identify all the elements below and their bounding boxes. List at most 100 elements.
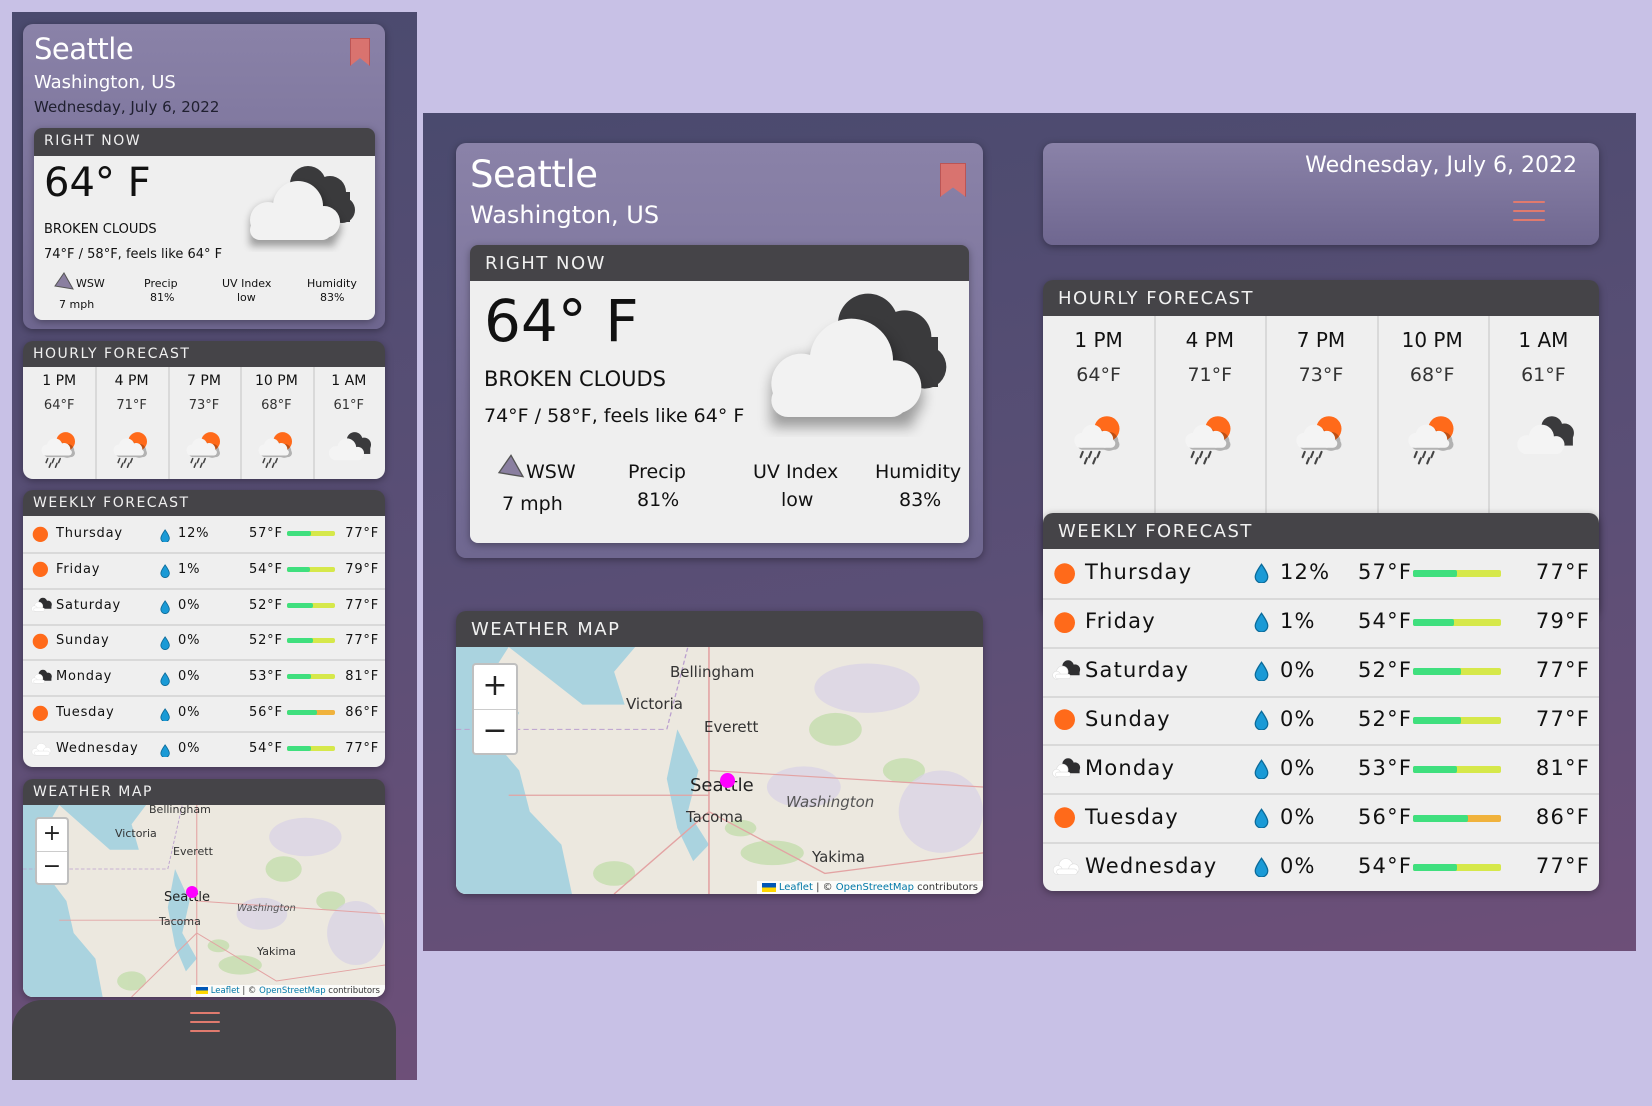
location-card-large: Seattle Washington, US RIGHT NOW 64° F B… bbox=[456, 143, 983, 558]
temp-range-fill bbox=[287, 530, 311, 536]
bookmark-icon-large[interactable] bbox=[940, 163, 966, 197]
current-temp: 64° F bbox=[44, 160, 151, 206]
map-place-label: Bellingham bbox=[149, 805, 211, 816]
bookmark-icon[interactable] bbox=[350, 38, 370, 66]
map-view[interactable]: Bellingham Victoria Everett Seattle Washingt… bbox=[23, 805, 385, 997]
hourly-time: 1 PM bbox=[1074, 328, 1123, 352]
hourly-time: 10 PM bbox=[1401, 328, 1463, 352]
weekly-row: Sunday 0% 52°F 77°F bbox=[23, 624, 385, 662]
ukraine-flag-icon bbox=[761, 882, 776, 892]
ukraine-flag-icon bbox=[195, 986, 208, 995]
temp-range-fill bbox=[287, 710, 317, 716]
weekly-low: 56°F bbox=[1358, 804, 1413, 829]
zoom-out-button[interactable]: − bbox=[474, 710, 516, 752]
hourly-list: 1 PM 64°F 4 PM 71°F 7 PM 73°F 10 PM 68°F 1 A… bbox=[23, 367, 385, 479]
uv-value: low bbox=[237, 291, 256, 304]
current-range: 74°F / 58°F, feels like 64° F bbox=[44, 247, 223, 262]
hourly-time: 7 PM bbox=[187, 373, 221, 389]
weather-map-card-large: WEATHER MAP BellinghamVictoriaEverettSea… bbox=[456, 611, 983, 894]
weekly-low: 56°F bbox=[249, 705, 283, 721]
wind-dir-large: WSW bbox=[526, 461, 576, 483]
hourly-item: 1 PM 64°F bbox=[23, 367, 98, 479]
temp-range-bar bbox=[1413, 619, 1501, 627]
weekly-forecast-card: WEEKLY FORECAST Thursday 12% 57°F 77°F Frida… bbox=[23, 490, 385, 767]
date-label-large: Wednesday, July 6, 2022 bbox=[1305, 153, 1577, 178]
weekly-day: Tuesday bbox=[56, 705, 115, 721]
clouds-icon bbox=[31, 596, 53, 617]
location-marker[interactable] bbox=[720, 773, 735, 788]
weekly-precip: 0% bbox=[1280, 755, 1316, 780]
temp-range-fill bbox=[1413, 619, 1455, 627]
drop-icon bbox=[160, 563, 170, 582]
humidity-label: Humidity bbox=[307, 277, 357, 290]
sun-icon bbox=[1052, 610, 1077, 639]
weekly-high: 86°F bbox=[345, 705, 379, 721]
drop-icon bbox=[1254, 856, 1269, 881]
wind-direction-icon-large bbox=[497, 454, 525, 478]
weekly-row: Saturday 0% 52°F 77°F bbox=[23, 588, 385, 626]
rain-sun-icon bbox=[1401, 412, 1464, 469]
weekly-low: 57°F bbox=[249, 525, 283, 541]
osm-link[interactable]: OpenStreetMap bbox=[259, 986, 325, 996]
temp-range-fill bbox=[287, 674, 311, 680]
weekly-precip: 0% bbox=[178, 705, 201, 721]
weekly-day: Wednesday bbox=[1085, 853, 1218, 878]
clouds-icon bbox=[1052, 756, 1082, 783]
weekly-high: 77°F bbox=[345, 525, 379, 541]
drop-icon bbox=[1254, 710, 1269, 734]
hourly-time: 4 PM bbox=[1185, 328, 1234, 352]
desktop-view: Seattle Washington, US RIGHT NOW 64° F B… bbox=[423, 113, 1636, 951]
temp-range-bar bbox=[1413, 570, 1501, 578]
rain-sun-icon bbox=[1178, 412, 1241, 469]
clouds-icon bbox=[31, 668, 53, 689]
broken-clouds-icon bbox=[325, 429, 373, 467]
map-place-label: Tacoma bbox=[159, 915, 201, 928]
weekly-row: Monday 0% 53°F 81°F bbox=[23, 659, 385, 698]
cloud-icon bbox=[31, 740, 53, 761]
rain-sun-icon bbox=[1067, 412, 1130, 469]
location-marker[interactable] bbox=[186, 886, 198, 898]
weekly-precip: 0% bbox=[178, 741, 201, 756]
weekly-precip: 1% bbox=[178, 561, 201, 577]
temp-range-bar bbox=[287, 530, 335, 536]
hourly-temp: 64°F bbox=[1076, 364, 1121, 386]
weekly-high: 77°F bbox=[1535, 853, 1590, 878]
leaflet-link[interactable]: Leaflet bbox=[779, 882, 813, 893]
weekly-row: Monday 0% 53°F 81°F bbox=[1043, 744, 1599, 796]
map-tiles bbox=[456, 647, 983, 894]
zoom-in-button[interactable]: + bbox=[37, 819, 67, 852]
attr-sep: | © bbox=[239, 986, 260, 996]
weekly-row: Sunday 0% 52°F 77°F bbox=[1043, 696, 1599, 747]
hourly-item: 7 PM 73°F bbox=[168, 367, 243, 479]
weekly-heading: WEEKLY FORECAST bbox=[23, 490, 385, 516]
temp-range-bar bbox=[287, 566, 335, 572]
hourly-item: 4 PM 71°F bbox=[95, 367, 170, 479]
current-range-large: 74°F / 58°F, feels like 64° F bbox=[484, 405, 745, 427]
region-name-large: Washington, US bbox=[470, 201, 660, 229]
temp-range-fill bbox=[287, 602, 314, 608]
osm-link[interactable]: OpenStreetMap bbox=[836, 882, 914, 893]
weekly-low: 52°F bbox=[249, 597, 283, 613]
hourly-temp: 64°F bbox=[43, 398, 75, 413]
weekly-low: 52°F bbox=[1358, 658, 1413, 683]
city-name: Seattle bbox=[34, 32, 134, 66]
sun-icon bbox=[31, 632, 50, 655]
weekly-low: 54°F bbox=[249, 561, 283, 577]
leaflet-link[interactable]: Leaflet bbox=[211, 986, 240, 996]
map-view-large[interactable]: BellinghamVictoriaEverettSeattleWashingt… bbox=[456, 647, 983, 894]
menu-icon-large[interactable] bbox=[1513, 201, 1545, 228]
temp-range-bar bbox=[1413, 716, 1501, 724]
weekly-low: 54°F bbox=[249, 741, 283, 756]
weekly-day: Monday bbox=[56, 669, 113, 685]
menu-icon[interactable] bbox=[190, 1012, 220, 1039]
weekly-precip: 0% bbox=[178, 633, 201, 649]
zoom-control: + − bbox=[472, 663, 518, 755]
zoom-out-button[interactable]: − bbox=[37, 852, 67, 882]
date-label: Wednesday, July 6, 2022 bbox=[34, 98, 220, 116]
weekly-day: Thursday bbox=[56, 525, 123, 541]
map-attribution: Leaflet | © OpenStreetMap contributors bbox=[190, 985, 385, 997]
weekly-high: 77°F bbox=[345, 633, 379, 649]
weekly-day: Sunday bbox=[1085, 706, 1171, 731]
zoom-in-button[interactable]: + bbox=[474, 665, 516, 710]
weekly-day: Monday bbox=[1085, 755, 1176, 780]
